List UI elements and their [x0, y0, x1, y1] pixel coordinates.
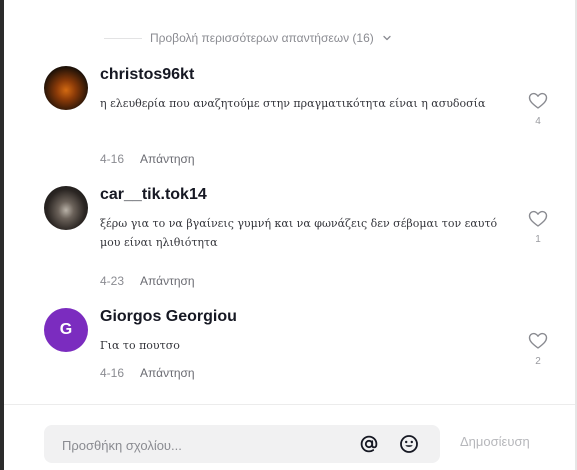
heart-icon — [528, 92, 548, 115]
at-sign-icon[interactable] — [358, 433, 380, 455]
comment-text: ξέρω για το να βγαίνεις γυμνή και να φων… — [100, 217, 498, 249]
heart-icon — [528, 210, 548, 233]
like-count: 2 — [535, 356, 541, 367]
like-count: 1 — [535, 234, 541, 245]
avatar[interactable] — [44, 186, 88, 230]
comments-panel: Προβολή περισσότερων απαντήσεων (16) chr… — [0, 0, 577, 470]
reply-button[interactable]: Απάντηση — [140, 274, 195, 288]
view-more-replies-button[interactable]: Προβολή περισσότερων απαντήσεων (16) — [104, 28, 392, 48]
panel-left-border — [0, 0, 4, 470]
smile-icon[interactable] — [398, 433, 420, 455]
like-button[interactable]: 1 — [526, 210, 550, 245]
comment-item: car__tik.tok14 ξέρω για το να βγαίνεις γ… — [44, 186, 564, 292]
avatar-letter: G — [59, 321, 73, 338]
like-button[interactable]: 4 — [526, 92, 550, 127]
like-count: 4 — [535, 116, 541, 127]
reply-button[interactable]: Απάντηση — [140, 152, 195, 166]
comment-username[interactable]: christos96kt — [100, 66, 194, 84]
comment-composer — [44, 425, 440, 465]
avatar[interactable] — [44, 66, 88, 110]
comment-meta: 4-23 Απάντηση — [100, 274, 195, 288]
comment-item: christos96kt η ελευθερία που αναζητούμε … — [44, 66, 564, 176]
reply-button[interactable]: Απάντηση — [140, 366, 195, 380]
comment-date: 4-16 — [100, 366, 125, 380]
footer-divider — [4, 404, 575, 405]
comment-meta: 4-16 Απάντηση — [100, 366, 195, 380]
comment-item: G Giorgos Georgiou Για το πουτσο 4-16 Απ… — [44, 308, 564, 388]
view-more-replies-label: Προβολή περισσότερων απαντήσεων (16) — [150, 31, 374, 45]
comment-input[interactable] — [60, 425, 344, 465]
divider-line — [104, 37, 142, 39]
comment-username[interactable]: car__tik.tok14 — [100, 186, 207, 204]
comment-meta: 4-16 Απάντηση — [100, 152, 195, 166]
chevron-down-icon — [382, 33, 392, 43]
post-button[interactable]: Δημοσίευση — [460, 434, 530, 449]
like-button[interactable]: 2 — [526, 332, 550, 367]
heart-icon — [528, 332, 548, 355]
comment-username[interactable]: Giorgos Georgiou — [100, 308, 237, 326]
comment-text: η ελευθερία που αναζητούμε στην πραγματι… — [100, 97, 486, 110]
comment-date: 4-16 — [100, 152, 125, 166]
comment-date: 4-23 — [100, 274, 125, 288]
avatar[interactable]: G — [44, 308, 88, 352]
comment-text: Για το πουτσο — [100, 339, 180, 352]
